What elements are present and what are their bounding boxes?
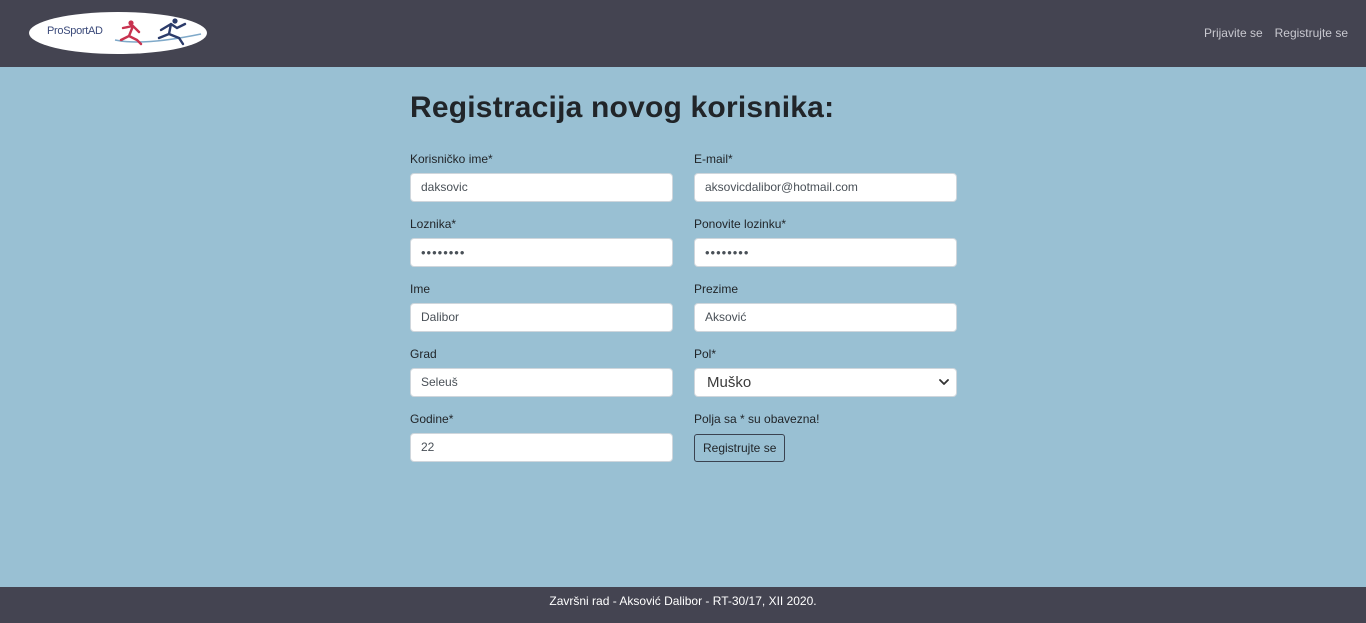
city-label: Grad [410,347,437,361]
register-button[interactable]: Registrujte se [694,434,786,462]
runners-icon [114,18,202,46]
password-group: Loznika* •••••••• [410,215,673,267]
username-label: Korisničko ime* [410,152,493,166]
gender-label: Pol* [694,347,717,361]
footer-text: Završni rad - Aksović Dalibor - RT-30/17… [549,594,817,608]
last-name-group: Prezime Aksović [694,280,957,332]
city-group: Grad Seleuš [410,345,673,397]
first-name-input[interactable]: Dalibor [410,303,673,332]
navbar: ProSportAD Prijavite se Registrujte se [0,0,1366,67]
password-repeat-group: Ponovite lozinku* •••••••• [694,215,957,267]
password-input[interactable]: •••••••• [410,238,673,267]
logo-text: ProSportAD [47,25,103,37]
username-input[interactable]: daksovic [410,173,673,202]
password-repeat-label: Ponovite lozinku* [694,217,787,231]
email-group: E-mail* aksovicdalibor@hotmail.com [694,150,957,202]
chevron-down-icon [939,379,949,385]
first-name-label: Ime [410,282,431,296]
password-label: Loznika* [410,217,457,231]
gender-select[interactable]: Muško [694,368,957,397]
password-repeat-input[interactable]: •••••••• [694,238,957,267]
page-title: Registracija novog korisnika: [410,91,835,124]
email-input[interactable]: aksovicdalibor@hotmail.com [694,173,957,202]
last-name-label: Prezime [694,282,739,296]
age-label: Godine* [410,412,454,426]
city-input[interactable]: Seleuš [410,368,673,397]
nav-login-link[interactable]: Prijavite se [1204,26,1263,40]
first-name-group: Ime Dalibor [410,280,673,332]
username-group: Korisničko ime* daksovic [410,150,673,202]
gender-select-value: Muško [707,374,752,391]
nav-register-link[interactable]: Registrujte se [1275,26,1348,40]
last-name-input[interactable]: Aksović [694,303,957,332]
nav-links: Prijavite se Registrujte se [1204,26,1348,40]
footer: Završni rad - Aksović Dalibor - RT-30/17… [0,587,1366,623]
age-group: Godine* 22 [410,410,673,462]
required-note: Polja sa * su obavezna! [694,412,820,426]
submit-group: Polja sa * su obavezna! Registrujte se [694,410,957,462]
registration-form: Registracija novog korisnika: Korisničko… [410,90,958,462]
age-input[interactable]: 22 [410,433,673,462]
email-label: E-mail* [694,152,733,166]
logo[interactable]: ProSportAD [29,12,207,54]
gender-group: Pol* Muško [694,345,957,397]
